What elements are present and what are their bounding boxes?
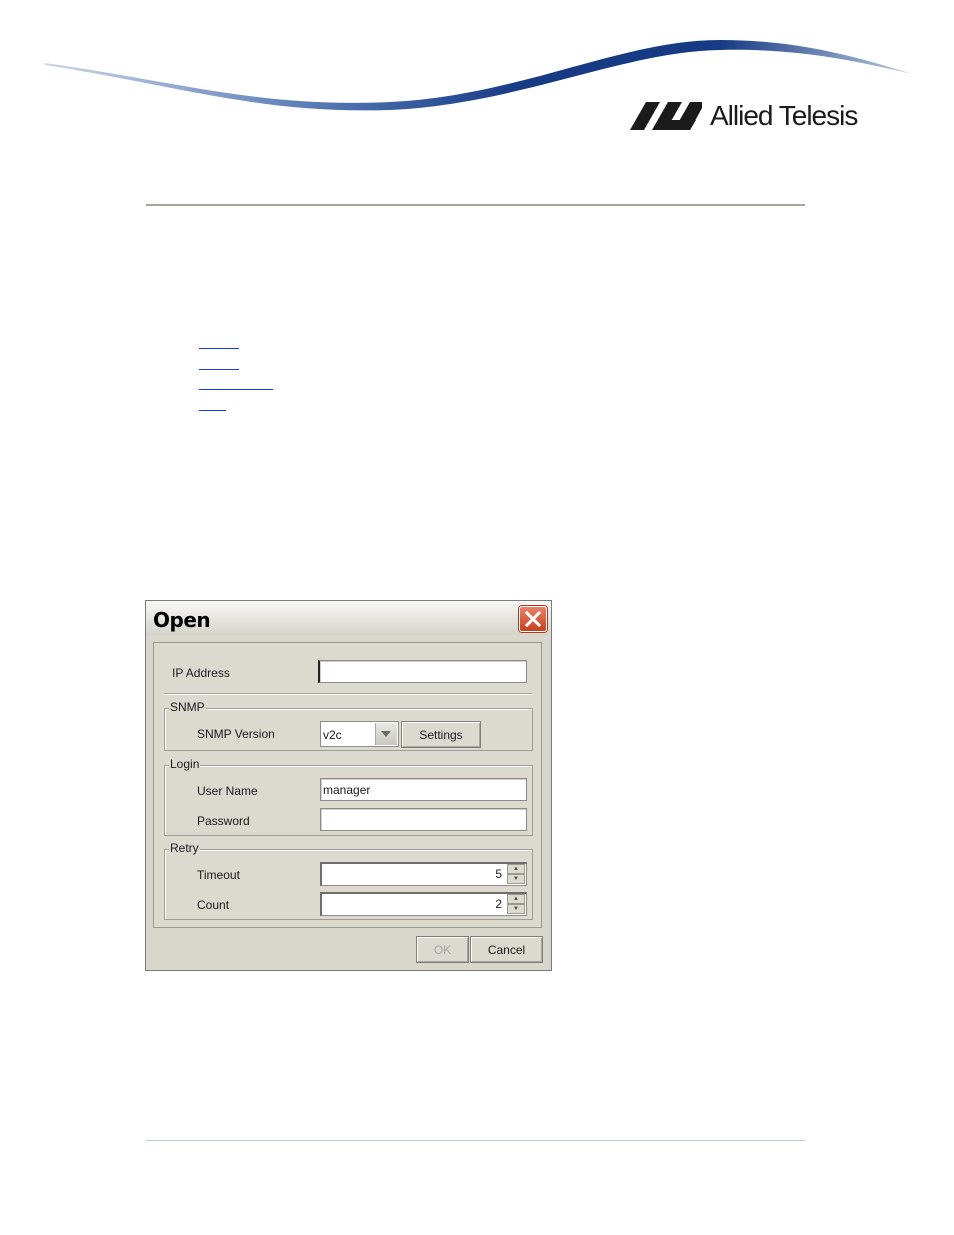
close-button[interactable] <box>519 606 547 632</box>
dialog-body: IP Address SNMP SNMP Version v2c Setting… <box>153 642 542 928</box>
ip-address-label: IP Address <box>172 666 230 680</box>
footer-rule <box>146 1140 805 1141</box>
password-label: Password <box>197 814 250 828</box>
snmp-version-value: v2c <box>323 728 342 742</box>
snmp-version-label: SNMP Version <box>197 727 275 741</box>
user-name-label: User Name <box>197 784 258 798</box>
settings-button[interactable]: Settings <box>401 721 481 748</box>
count-spinner[interactable]: 2 ▲ ▼ <box>320 892 527 916</box>
spinner-arrows: ▲ ▼ <box>507 864 525 884</box>
logo-text: Allied Telesis <box>710 100 858 131</box>
toc-link-1[interactable] <box>199 348 239 349</box>
separator <box>164 693 532 695</box>
chevron-down-icon[interactable] <box>375 723 397 745</box>
dialog-title: Open <box>153 608 211 632</box>
toc-link-3[interactable] <box>199 389 273 390</box>
password-input[interactable] <box>320 808 527 831</box>
timeout-value: 5 <box>495 867 502 881</box>
snmp-version-select[interactable]: v2c <box>320 721 399 747</box>
ok-button[interactable]: OK <box>416 936 469 963</box>
allied-telesis-logo-mark-icon <box>630 102 702 130</box>
user-name-input[interactable]: manager <box>320 778 527 801</box>
retry-group-title: Retry <box>169 841 200 855</box>
timeout-label: Timeout <box>197 868 240 882</box>
toc-link-4[interactable] <box>199 410 226 411</box>
timeout-spinner[interactable]: 5 ▲ ▼ <box>320 862 527 886</box>
spin-down-icon[interactable]: ▼ <box>507 874 525 884</box>
spinner-arrows: ▲ ▼ <box>507 894 525 914</box>
open-dialog: Open IP Address SNMP SNMP Version v2c Se… <box>145 600 552 971</box>
dialog-titlebar[interactable]: Open <box>146 601 551 635</box>
spin-up-icon[interactable]: ▲ <box>507 864 525 874</box>
login-group-title: Login <box>169 757 201 771</box>
allied-telesis-logo: Allied Telesis <box>630 100 858 132</box>
count-label: Count <box>197 898 230 912</box>
cancel-button[interactable]: Cancel <box>470 936 543 963</box>
close-icon <box>524 610 542 628</box>
snmp-group-title: SNMP <box>169 700 206 714</box>
count-value: 2 <box>495 897 502 911</box>
toc-link-2[interactable] <box>199 369 239 370</box>
header-rule <box>146 204 805 206</box>
spin-up-icon[interactable]: ▲ <box>507 894 525 904</box>
spin-down-icon[interactable]: ▼ <box>507 904 525 914</box>
ip-address-input[interactable] <box>318 660 527 683</box>
